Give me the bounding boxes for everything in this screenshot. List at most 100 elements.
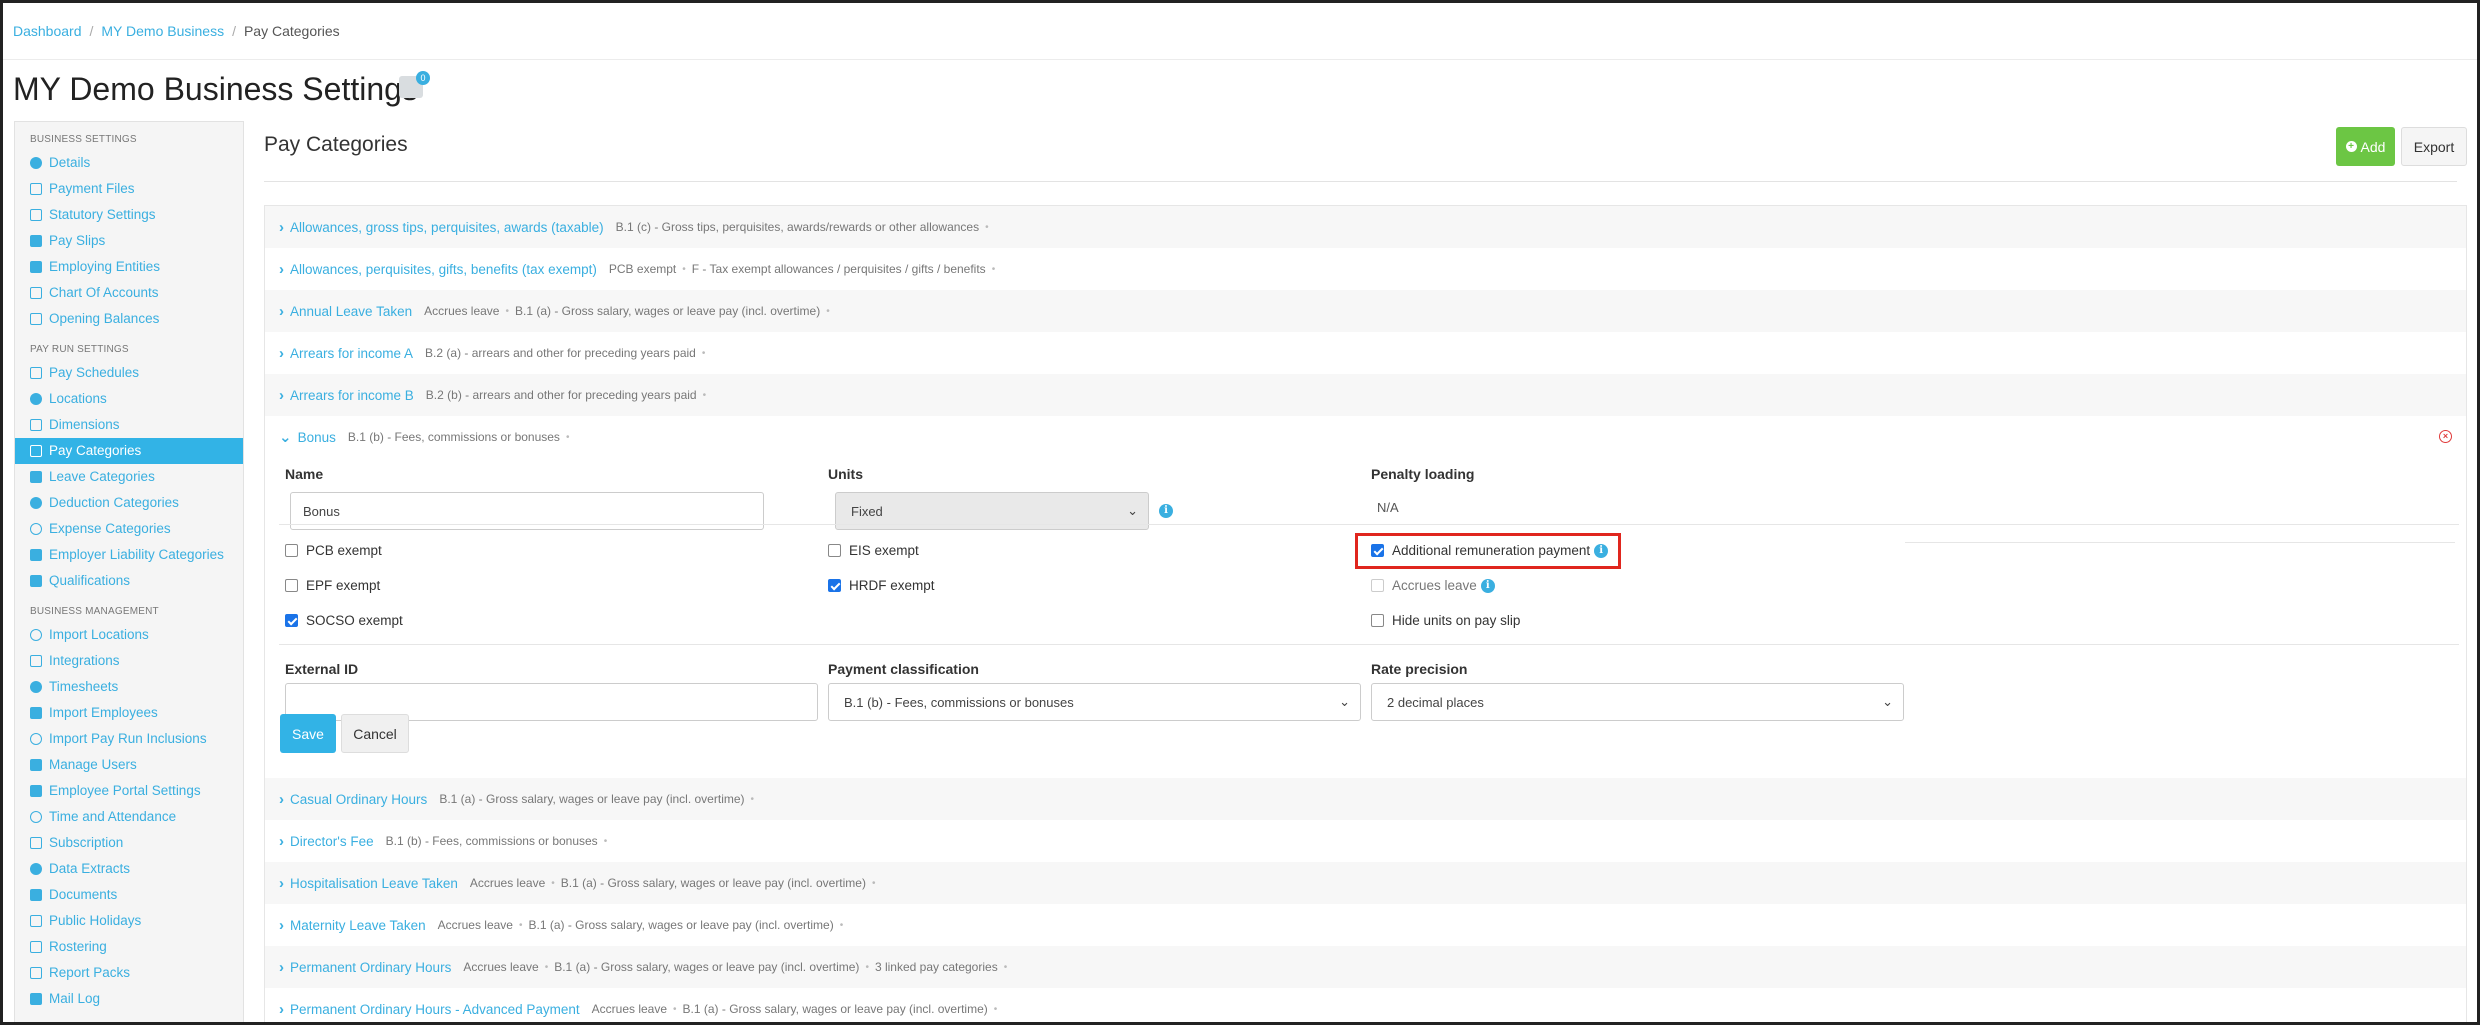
category-meta: Accrues leave [463, 960, 539, 974]
sidebar-item-employer-liability-categories[interactable]: Employer Liability Categories [15, 542, 243, 568]
category-meta: B.2 (b) - arrears and other for precedin… [425, 388, 697, 402]
rate-precision-select[interactable]: 2 decimal places ⌄ [1371, 683, 1904, 721]
sidebar-item-timesheets[interactable]: Timesheets [15, 674, 243, 700]
sidebar-item-leave-categories[interactable]: Leave Categories [15, 464, 243, 490]
pay-category-row[interactable]: › Permanent Ordinary Hours - Advanced Pay… [265, 988, 2466, 1022]
checkbox[interactable] [285, 579, 298, 592]
sidebar-item-public-holidays[interactable]: Public Holidays [15, 908, 243, 934]
pay-category-row[interactable]: › Hospitalisation Leave Taken Accrues leav… [265, 862, 2466, 904]
notifications-icon[interactable]: 0 [399, 71, 430, 98]
cancel-button[interactable]: Cancel [341, 714, 409, 753]
eis-exempt-checkbox[interactable]: EIS exempt [828, 543, 919, 558]
sidebar-item-rostering[interactable]: Rostering [15, 934, 243, 960]
accrues-leave-checkbox[interactable]: Accrues leave i [1371, 578, 1495, 593]
sidebar-item-import-pay-run-inclusions[interactable]: Import Pay Run Inclusions [15, 726, 243, 752]
pay-category-row[interactable]: › Allowances, perquisites, gifts, benefit… [265, 248, 2466, 290]
sidebar-item-deduction-categories[interactable]: Deduction Categories [15, 490, 243, 516]
sidebar-item-label: Integrations [49, 653, 120, 668]
expanded-category-header[interactable]: ⌄ Bonus B.1 (b) - Fees, commissions or b… [279, 416, 569, 458]
sidebar-item-opening-balances[interactable]: Opening Balances [15, 306, 243, 332]
sidebar-item-chart-of-accounts[interactable]: Chart Of Accounts [15, 280, 243, 306]
sidebar-item-label: Employer Liability Categories [49, 547, 224, 562]
export-button[interactable]: Export [2401, 127, 2467, 166]
pay-category-row[interactable]: › Allowances, gross tips, perquisites, aw… [265, 206, 2466, 248]
breadcrumb-dashboard[interactable]: Dashboard [13, 23, 82, 39]
pcb-exempt-checkbox[interactable]: PCB exempt [285, 543, 382, 558]
sidebar-item-import-locations[interactable]: Import Locations [15, 622, 243, 648]
sidebar-item-integrations[interactable]: Integrations [15, 648, 243, 674]
sidebar-item-expense-categories[interactable]: Expense Categories [15, 516, 243, 542]
hide-units-checkbox[interactable]: Hide units on pay slip [1371, 613, 1520, 628]
sidebar-item-pay-schedules[interactable]: Pay Schedules [15, 360, 243, 386]
cloud-download-icon [30, 863, 42, 875]
category-name[interactable]: Allowances, perquisites, gifts, benefits… [290, 262, 597, 277]
checkbox[interactable] [285, 544, 298, 557]
hrdf-exempt-checkbox[interactable]: HRDF exempt [828, 578, 935, 593]
category-name[interactable]: Arrears for income A [290, 346, 413, 361]
socso-exempt-checkbox[interactable]: SOCSO exempt [285, 613, 403, 628]
sidebar-item-label: Rostering [49, 939, 107, 954]
plus-circle-icon: + [2345, 141, 2357, 152]
category-name[interactable]: Arrears for income B [290, 388, 414, 403]
category-name[interactable]: Annual Leave Taken [290, 304, 412, 319]
clock-icon [30, 681, 42, 693]
pay-category-row[interactable]: › Director's Fee B.1 (b) - Fees, commissio… [265, 820, 2466, 862]
add-button[interactable]: + Add [2336, 127, 2395, 166]
category-meta: Accrues leave [437, 918, 513, 932]
category-name[interactable]: Maternity Leave Taken [290, 918, 426, 933]
category-meta: B.1 (b) - Fees, commissions or bonuses [347, 430, 560, 444]
sidebar-item-payment-files[interactable]: Payment Files [15, 176, 243, 202]
units-label: Units [828, 466, 863, 482]
category-name[interactable]: Permanent Ordinary Hours - Advanced Paym… [290, 1002, 580, 1017]
sidebar-item-label: Qualifications [49, 573, 131, 588]
sidebar-item-time-and-attendance[interactable]: Time and Attendance [15, 804, 243, 830]
sidebar-item-import-employees[interactable]: Import Employees [15, 700, 243, 726]
sidebar-item-employing-entities[interactable]: Employing Entities [15, 254, 243, 280]
info-icon[interactable]: i [1159, 504, 1173, 518]
checkbox[interactable] [1371, 614, 1384, 627]
pay-category-row[interactable]: › Casual Ordinary Hours B.1 (a) - Gross sa… [265, 778, 2466, 820]
pay-category-row[interactable]: › Permanent Ordinary Hours Accrues leave • B… [265, 946, 2466, 988]
sidebar-item-pay-slips[interactable]: Pay Slips [15, 228, 243, 254]
category-name[interactable]: Permanent Ordinary Hours [290, 960, 451, 975]
pay-category-row[interactable]: › Arrears for income A B.2 (a) - arrears a… [265, 332, 2466, 374]
chevron-right-icon: › [279, 958, 284, 976]
breadcrumb-business[interactable]: MY Demo Business [101, 23, 224, 39]
sidebar-item-mail-log[interactable]: Mail Log [15, 986, 243, 1012]
category-name[interactable]: Hospitalisation Leave Taken [290, 876, 458, 891]
sidebar-item-statutory-settings[interactable]: Statutory Settings [15, 202, 243, 228]
payment-classification-select[interactable]: B.1 (b) - Fees, commissions or bonuses ⌄ [828, 683, 1361, 721]
epf-exempt-checkbox[interactable]: EPF exempt [285, 578, 380, 593]
sidebar-item-employee-portal-settings[interactable]: Employee Portal Settings [15, 778, 243, 804]
pay-category-row[interactable]: › Annual Leave Taken Accrues leave • B.1 (a)… [265, 290, 2466, 332]
category-name[interactable]: Director's Fee [290, 834, 374, 849]
category-name[interactable]: Allowances, gross tips, perquisites, awa… [290, 220, 604, 235]
close-icon[interactable]: × [2439, 430, 2452, 443]
sidebar-item-pay-categories[interactable]: Pay Categories [15, 438, 243, 464]
checkbox[interactable] [828, 544, 841, 557]
category-name[interactable]: Bonus [298, 430, 336, 445]
dimensions-icon [30, 419, 42, 431]
sidebar-item-dimensions[interactable]: Dimensions [15, 412, 243, 438]
sidebar-item-report-packs[interactable]: Report Packs [15, 960, 243, 986]
sidebar-item-locations[interactable]: Locations [15, 386, 243, 412]
category-meta: B.1 (a) - Gross salary, wages or leave p… [515, 304, 821, 318]
pay-category-row[interactable]: › Arrears for income B B.2 (b) - arrears a… [265, 374, 2466, 416]
save-button[interactable]: Save [280, 714, 336, 753]
checkbox[interactable] [828, 579, 841, 592]
sidebar-item-details[interactable]: Details [15, 150, 243, 176]
sidebar-item-label: Import Employees [49, 705, 158, 720]
category-name[interactable]: Casual Ordinary Hours [290, 792, 427, 807]
sidebar-item-subscription[interactable]: Subscription [15, 830, 243, 856]
checkbox[interactable] [285, 614, 298, 627]
pay-category-row[interactable]: › Maternity Leave Taken Accrues leave • B.1 … [265, 904, 2466, 946]
sidebar-item-label: Pay Slips [49, 233, 106, 248]
sidebar-item-qualifications[interactable]: Qualifications [15, 568, 243, 594]
sidebar-item-data-extracts[interactable]: Data Extracts [15, 856, 243, 882]
plane-icon [30, 471, 42, 483]
sidebar-item-label: Expense Categories [49, 521, 171, 536]
checkbox[interactable] [1371, 579, 1384, 592]
sidebar-item-manage-users[interactable]: Manage Users [15, 752, 243, 778]
sidebar-item-documents[interactable]: Documents [15, 882, 243, 908]
info-icon[interactable]: i [1480, 578, 1495, 593]
